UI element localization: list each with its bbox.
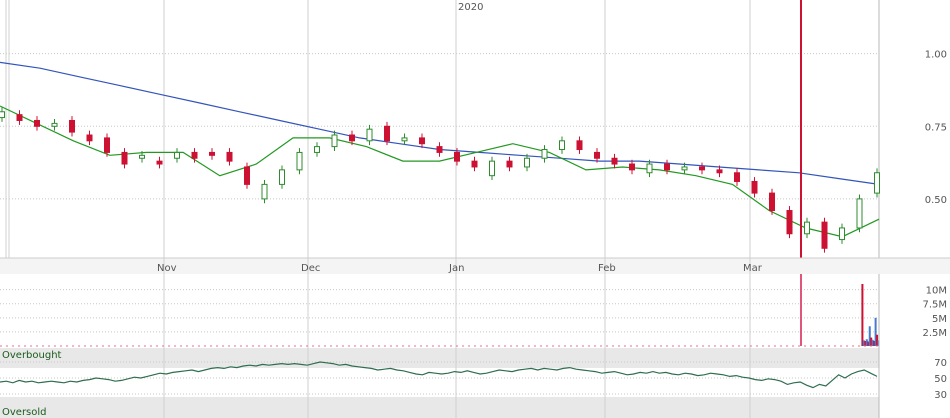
oversold-label: Oversold [2, 407, 47, 418]
candle-body [244, 166, 250, 185]
candle-body [524, 157, 530, 168]
candle-body [681, 166, 688, 171]
candle-body [436, 146, 443, 153]
overbought-zone [0, 348, 879, 368]
month-label: Nov [157, 263, 177, 274]
candle-body [331, 134, 338, 148]
candle-body [751, 180, 758, 194]
candle-body [279, 169, 285, 185]
stock-chart: 2020 1.251.000.750.50 NovDecJanFebMar 10… [0, 0, 950, 418]
candle-body [716, 169, 723, 174]
candle-body [174, 151, 180, 159]
price-tick-label: 1.00 [925, 50, 947, 61]
candle-body [296, 151, 303, 171]
candle-body [699, 166, 705, 171]
overbought-label: Overbought [2, 350, 62, 361]
candle-body [209, 151, 215, 156]
candle-body [366, 128, 373, 142]
candle-body [839, 227, 845, 241]
candle-body [34, 119, 40, 127]
candle-body [384, 125, 390, 142]
candle-body [16, 114, 23, 121]
candle-body [139, 154, 145, 159]
rsi-tick-label: 30 [934, 390, 947, 401]
candle-body [51, 122, 58, 127]
candle-body [419, 137, 425, 145]
candle-body [594, 151, 600, 159]
candle-body [401, 137, 408, 142]
volume-tick-label: 5M [932, 314, 947, 325]
candle-body [646, 163, 653, 174]
month-label: Mar [743, 263, 763, 274]
candle-body [821, 221, 828, 249]
candle-body [226, 151, 233, 162]
volume-tick-label: 7.5M [922, 300, 947, 311]
rsi-tick-label: 70 [934, 358, 947, 369]
candle-body [454, 151, 460, 162]
candle-body [349, 134, 355, 142]
candle-body [506, 160, 513, 168]
month-label: Feb [598, 263, 616, 274]
candle-body [734, 172, 740, 182]
candle-body [86, 134, 93, 142]
candle-body [104, 137, 110, 153]
oversold-zone [0, 397, 879, 418]
candle-body [121, 151, 128, 165]
candle-body [664, 163, 670, 171]
candle-body [489, 160, 495, 177]
month-label: Dec [301, 263, 320, 274]
candle-body [629, 163, 635, 171]
candle-body [156, 160, 163, 165]
price-tick-label: 0.75 [925, 122, 947, 133]
volume-bar [861, 284, 864, 346]
candle-body [261, 183, 268, 200]
candle-body [559, 140, 565, 151]
candle-body [541, 149, 548, 159]
month-label: Jan [448, 263, 464, 274]
candle-body [191, 151, 198, 159]
candle-body [874, 172, 880, 194]
candle-body [471, 160, 478, 168]
candle-body [856, 198, 863, 229]
candle-body [576, 140, 583, 151]
candle-body [769, 192, 775, 212]
rsi-tick-label: 50 [934, 374, 947, 385]
candle-body [611, 157, 618, 165]
month-axis-band [0, 258, 950, 274]
volume-panel-background [0, 274, 950, 348]
candle-body [0, 111, 5, 119]
volume-tick-label: 2.5M [922, 328, 947, 339]
candle-body [69, 119, 75, 133]
volume-tick-label: 10M [926, 286, 947, 297]
price-tick-label: 0.50 [925, 195, 947, 206]
candle-body [786, 210, 793, 235]
year-label: 2020 [458, 2, 483, 13]
candle-body [314, 146, 320, 153]
candle-body [804, 221, 810, 235]
